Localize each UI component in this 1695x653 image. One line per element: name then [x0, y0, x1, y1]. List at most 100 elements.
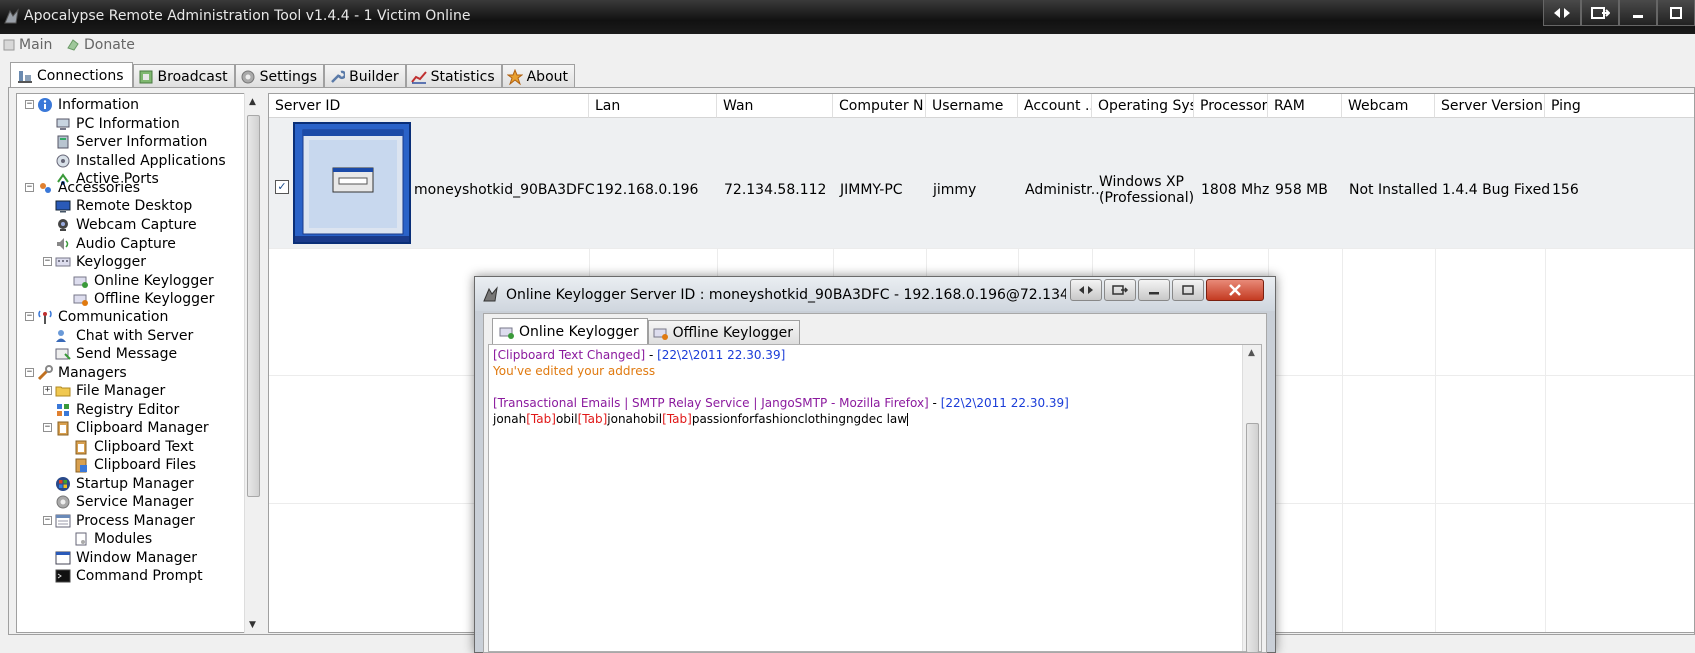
tree-item-clipboard-manager[interactable]: Clipboard Manager: [55, 418, 209, 438]
tree-item-online-keylogger[interactable]: Online Keylogger: [73, 271, 214, 291]
scroll-up-icon[interactable]: ▲: [249, 97, 256, 107]
tree-expander-communication[interactable]: −: [25, 312, 34, 321]
column-header-server-id[interactable]: Server ID: [269, 94, 589, 118]
tree-scrollbar[interactable]: ▲ ▼: [244, 93, 261, 633]
column-header-username[interactable]: Username: [926, 94, 1018, 118]
column-header-account[interactable]: Account ...: [1018, 94, 1092, 118]
tree-item-managers[interactable]: Managers: [37, 363, 127, 383]
tab-about[interactable]: About: [501, 64, 576, 88]
tree-expander-file-manager[interactable]: +: [43, 386, 52, 395]
column-header-computer-name[interactable]: Computer N...: [833, 94, 926, 118]
column-header-webcam[interactable]: Webcam: [1342, 94, 1435, 118]
keylog-scrollbar[interactable]: ▲: [1242, 345, 1261, 653]
tree-expander-keylogger[interactable]: −: [43, 257, 52, 266]
maximize-icon: [1182, 285, 1194, 295]
tree-item-installed-applications[interactable]: Installed Applications: [55, 151, 226, 171]
tree-item-information[interactable]: Information: [37, 95, 139, 115]
table-row[interactable]: ✓ moneyshotkid_90BA3DFC 192.168.0.196 72…: [269, 118, 1694, 248]
tab-statistics[interactable]: Statistics: [405, 64, 502, 88]
tree-item-chat-with-server[interactable]: Chat with Server: [55, 326, 193, 346]
dialog-body: Online Keylogger Offline Keylogger [Clip…: [483, 313, 1267, 653]
tab-online-keylogger[interactable]: Online Keylogger: [492, 318, 648, 344]
cell-account: Administr...: [1025, 182, 1105, 198]
column-header-processor[interactable]: Processor: [1194, 94, 1268, 118]
tree-scrollbar-thumb[interactable]: [247, 115, 260, 497]
tree-expander-clipboard-manager[interactable]: −: [43, 423, 52, 432]
tree-item-window-manager[interactable]: Window Manager: [55, 548, 197, 568]
tree-item-process-manager[interactable]: Process Manager: [55, 511, 195, 531]
tree-item-clipboard-files[interactable]: Clipboard Files: [73, 455, 196, 475]
tree-item-pc-information[interactable]: PC Information: [55, 114, 180, 134]
column-header-server-version[interactable]: Server Version: [1435, 94, 1545, 118]
tab-online-keylogger-label: Online Keylogger: [519, 323, 639, 340]
tree-item-offline-keylogger[interactable]: Offline Keylogger: [73, 289, 214, 309]
resize-button[interactable]: [1543, 0, 1581, 26]
tree-item-server-information[interactable]: Server Information: [55, 132, 207, 152]
tab-settings[interactable]: Settings: [234, 64, 325, 88]
maximize-button[interactable]: [1657, 0, 1695, 26]
tree-expander-information[interactable]: −: [25, 100, 34, 109]
tree-item-audio-capture[interactable]: Audio Capture: [55, 234, 176, 254]
tab-settings-label: Settings: [259, 68, 318, 85]
keylogger-dialog[interactable]: Online Keylogger Server ID : moneyshotki…: [474, 276, 1276, 653]
dialog-resize-button[interactable]: [1070, 279, 1102, 301]
tray-button[interactable]: [1581, 0, 1619, 26]
tree-item-registry-editor[interactable]: Registry Editor: [55, 400, 179, 420]
dialog-close-button[interactable]: [1206, 279, 1264, 301]
tab-builder[interactable]: Builder: [324, 64, 406, 88]
column-header-lan[interactable]: Lan: [589, 94, 717, 118]
tree-label: Managers: [58, 365, 127, 381]
column-header-ram[interactable]: RAM: [1268, 94, 1342, 118]
tab-connections[interactable]: Connections: [10, 62, 133, 88]
tree-item-communication[interactable]: Communication: [37, 307, 168, 327]
tree-item-clipboard-text[interactable]: Clipboard Text: [73, 437, 194, 457]
desktop-screenshot-icon: [295, 124, 409, 242]
log-line-clipboard: [Clipboard Text Changed] - [22\2\2011 22…: [493, 348, 785, 362]
computer-icon: [56, 118, 70, 130]
keylog-textbox[interactable]: [Clipboard Text Changed] - [22\2\2011 22…: [488, 344, 1262, 653]
tree-item-keylogger[interactable]: Keylogger: [55, 252, 146, 272]
tree-item-modules[interactable]: Modules: [73, 529, 152, 549]
tab-broadcast[interactable]: Broadcast: [132, 64, 235, 88]
scroll-up-icon[interactable]: ▲: [1248, 348, 1255, 358]
tree-item-send-message[interactable]: Send Message: [55, 344, 177, 364]
tree-item-remote-desktop[interactable]: Remote Desktop: [55, 196, 192, 216]
column-header-ping[interactable]: Ping: [1545, 94, 1694, 118]
row-divider: [269, 248, 1694, 249]
tree-expander-accessories[interactable]: −: [25, 183, 34, 192]
tree-expander-managers[interactable]: −: [25, 368, 34, 377]
tree-item-service-manager[interactable]: Service Manager: [55, 492, 194, 512]
dialog-minimize-button[interactable]: [1138, 279, 1170, 301]
window-icon: [55, 551, 71, 565]
keylog-scrollbar-thumb[interactable]: [1246, 423, 1259, 653]
minimize-button[interactable]: [1619, 0, 1657, 26]
tree-item-startup-manager[interactable]: Startup Manager: [55, 474, 194, 494]
log-window-title: [Transactional Emails | SMTP Relay Servi…: [493, 396, 929, 410]
tree-item-accessories[interactable]: Accessories: [37, 178, 140, 198]
tree-label: Clipboard Files: [94, 457, 197, 473]
antenna-icon: [38, 310, 52, 324]
row-checkbox[interactable]: ✓: [275, 180, 289, 194]
menu-donate[interactable]: Donate: [66, 37, 135, 53]
dialog-tray-button[interactable]: [1104, 279, 1136, 301]
feature-tree[interactable]: − Information PC Information Server Info…: [16, 93, 261, 633]
tree-item-file-manager[interactable]: File Manager: [55, 381, 165, 401]
tree-label: Modules: [94, 531, 153, 547]
tab-offline-keylogger[interactable]: Offline Keylogger: [647, 320, 800, 344]
desktop-thumbnail: [293, 122, 411, 244]
tree-label: Keylogger: [76, 254, 146, 270]
tree-expander-process-manager[interactable]: −: [43, 516, 52, 525]
tree-item-webcam-capture[interactable]: Webcam Capture: [55, 215, 197, 235]
keylogger-tabs: Online Keylogger Offline Keylogger: [492, 318, 800, 344]
connections-icon: [18, 70, 32, 83]
main-menu-icon: [3, 39, 15, 51]
log-timestamp: [22\2\2011 22.30.39]: [940, 396, 1069, 410]
dialog-maximize-button[interactable]: [1172, 279, 1204, 301]
scroll-down-icon[interactable]: ▼: [249, 620, 256, 630]
column-header-operating-system[interactable]: Operating Sys...: [1092, 94, 1194, 118]
dialog-title-bar[interactable]: Online Keylogger Server ID : moneyshotki…: [475, 277, 1275, 311]
tree-item-command-prompt[interactable]: Command Prompt: [55, 566, 203, 586]
menu-main[interactable]: Main: [3, 37, 52, 53]
service-gear-icon: [56, 495, 70, 509]
column-header-wan[interactable]: Wan: [717, 94, 833, 118]
